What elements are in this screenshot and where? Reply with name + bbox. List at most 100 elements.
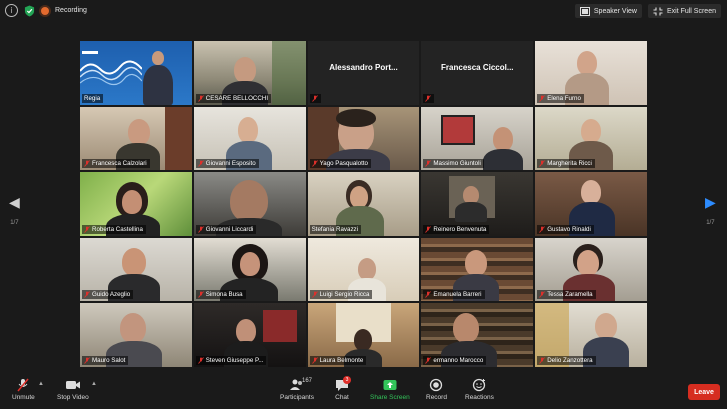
participant-name-label: ermanno Marocco — [423, 355, 487, 365]
participant-tile[interactable]: Francesca Calzolari — [80, 106, 192, 171]
participant-name-label: Luigi Sergio Ricca — [309, 290, 373, 300]
participant-tile[interactable]: Emanuela Barreri — [421, 237, 534, 302]
participant-name-label — [423, 93, 435, 103]
participant-name-label — [309, 93, 321, 103]
muted-mic-icon — [425, 291, 432, 299]
participant-name-label: Mauro Salot — [82, 355, 129, 365]
participants-label: Participants — [280, 394, 314, 401]
slide-wave-graphic — [80, 51, 142, 86]
participant-tile[interactable]: Delio Zanzottera — [535, 303, 647, 367]
muted-mic-icon — [84, 291, 90, 299]
exit-full-screen-icon — [653, 7, 663, 15]
participant-tile[interactable]: Laura Belmonte — [307, 303, 420, 367]
participant-name: Mauro Salot — [92, 356, 126, 364]
page-indicator-left: 1/7 — [10, 220, 19, 226]
participant-name-label: Emanuela Barreri — [423, 290, 485, 300]
participant-tile[interactable]: Guido Azeglio — [80, 237, 192, 302]
participant-tile[interactable]: Regia — [80, 41, 192, 105]
participant-name-label: Margherita Ricci — [537, 159, 595, 169]
leave-button[interactable]: Leave — [688, 384, 720, 400]
participant-name-label: Gustavo Rinaldi — [537, 224, 594, 234]
audio-options-caret-icon[interactable]: ▲ — [38, 381, 44, 387]
exit-full-screen-button[interactable]: Exit Full Screen — [647, 4, 721, 18]
participant-name: Gustavo Rinaldi — [547, 225, 591, 233]
participant-name: Yago Pasqualotto — [319, 160, 368, 168]
muted-mic-icon — [84, 357, 90, 364]
unmute-label: Unmute — [12, 394, 35, 401]
participant-name-label: Regia — [82, 93, 104, 103]
participant-name-label: Giovanni Liccardi — [195, 224, 257, 234]
participant-display-name: Alessandro Port... — [329, 63, 398, 73]
chevron-left-icon[interactable]: ◀ — [9, 196, 20, 210]
participant-tile[interactable]: Francesca Ciccol... — [421, 41, 534, 105]
chat-button[interactable]: 3 Chat — [334, 376, 351, 401]
participants-count: 167 — [301, 378, 312, 384]
info-icon[interactable]: i — [5, 4, 18, 17]
participant-tile[interactable]: CESARE BELLOCCHI — [193, 41, 306, 105]
participant-name: Guido Azeglio — [92, 291, 131, 299]
participant-tile[interactable]: Gustavo Rinaldi — [535, 172, 647, 236]
meeting-toolbar: Unmute ▲ Stop Video ▲ 167 Participants 3… — [0, 375, 727, 409]
participant-name-label: Reinero Benvenuta — [423, 224, 490, 234]
participant-name: Elena Furno — [547, 94, 581, 102]
previous-page-nav[interactable]: ◀ 1/7 — [9, 196, 20, 226]
muted-mic-icon — [425, 94, 432, 102]
muted-mic-icon — [539, 94, 546, 102]
gallery-grid: Regia CESARE BELLOCCHI Alessandro Port..… — [80, 41, 647, 367]
muted-mic-icon — [197, 160, 204, 167]
participant-tile[interactable]: Reinero Benvenuta — [421, 172, 534, 236]
participant-name-label: Stefania Ravazzi — [309, 224, 362, 234]
participant-name-label: Delio Zanzottera — [537, 355, 596, 365]
muted-mic-icon — [425, 160, 432, 167]
muted-microphone-icon — [17, 378, 29, 392]
unmute-button[interactable]: Unmute — [12, 378, 35, 401]
participant-tile[interactable]: Tessa Zaramella — [535, 237, 647, 302]
participant-tile[interactable]: Margherita Ricci — [535, 106, 647, 171]
reactions-button[interactable]: Reactions — [465, 378, 494, 401]
participants-button[interactable]: 167 Participants — [280, 378, 314, 401]
muted-mic-icon — [425, 226, 432, 233]
share-screen-icon — [383, 380, 397, 390]
video-options-caret-icon[interactable]: ▲ — [91, 381, 97, 387]
participant-tile[interactable]: Massimo Giuntoli — [421, 106, 534, 171]
participant-name: Giovanni Liccardi — [205, 225, 254, 233]
shield-icon[interactable] — [24, 5, 35, 17]
share-screen-button[interactable]: Share Screen — [370, 378, 410, 401]
record-label: Record — [426, 394, 447, 401]
chevron-right-icon[interactable]: ▶ — [705, 196, 716, 210]
muted-mic-icon — [197, 291, 204, 299]
participant-name-label: Elena Furno — [537, 93, 584, 103]
participant-name-label: Tessa Zaramella — [537, 290, 596, 300]
participant-tile[interactable]: Luigi Sergio Ricca — [307, 237, 420, 302]
next-page-nav[interactable]: ▶ 1/7 — [705, 196, 716, 226]
participant-tile[interactable]: Giovanni Esposito — [193, 106, 306, 171]
stop-video-button[interactable]: Stop Video — [57, 378, 89, 401]
participant-tile[interactable]: Elena Furno — [535, 41, 647, 105]
muted-mic-icon — [311, 94, 318, 102]
participant-tile[interactable]: ermanno Marocco — [421, 303, 534, 367]
participant-name: Luigi Sergio Ricca — [319, 291, 370, 299]
participant-tile[interactable]: Alessandro Port... — [307, 41, 420, 105]
participant-name: Giovanni Esposito — [205, 160, 256, 168]
participant-tile[interactable]: Roberta Castellina — [80, 172, 192, 236]
stop-video-label: Stop Video — [57, 394, 89, 401]
muted-mic-icon — [311, 357, 318, 364]
muted-mic-icon — [539, 160, 546, 167]
muted-mic-icon — [539, 226, 546, 233]
participant-name-label: Steven Giuseppe P... — [195, 355, 267, 365]
record-button[interactable]: Record — [426, 378, 447, 401]
participant-name-label: Yago Pasqualotto — [309, 159, 371, 169]
recording-icon — [41, 6, 49, 15]
participant-tile[interactable]: Yago Pasqualotto — [307, 106, 420, 171]
participant-name: Tessa Zaramella — [547, 291, 593, 299]
participant-tile[interactable]: Mauro Salot — [80, 303, 192, 367]
speaker-view-button[interactable]: Speaker View — [574, 4, 642, 18]
exit-full-screen-label: Exit Full Screen — [666, 7, 716, 15]
share-screen-label: Share Screen — [370, 394, 410, 401]
participant-tile[interactable]: Giovanni Liccardi — [193, 172, 306, 236]
participant-tile-active-speaker[interactable]: Stefania Ravazzi — [307, 172, 420, 236]
participant-tile[interactable]: Simona Busa — [193, 237, 306, 302]
participant-tile[interactable]: Steven Giuseppe P... — [193, 303, 306, 367]
participant-name: Stefania Ravazzi — [311, 225, 359, 233]
page-indicator-right: 1/7 — [706, 220, 715, 226]
